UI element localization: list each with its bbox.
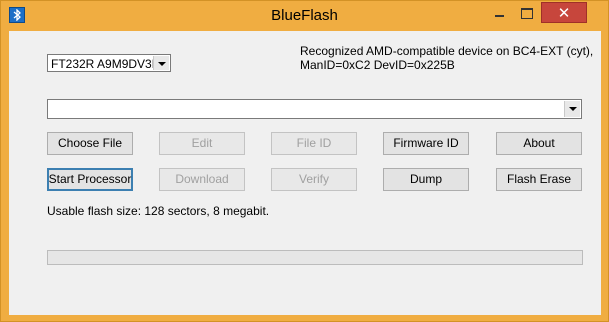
progress-bar	[47, 250, 583, 265]
download-button[interactable]: Download	[159, 168, 245, 191]
edit-button[interactable]: Edit	[159, 132, 245, 155]
verify-button[interactable]: Verify	[271, 168, 357, 191]
chevron-down-icon	[158, 62, 166, 66]
close-icon: ✕	[557, 4, 571, 22]
minimize-button[interactable]	[486, 2, 513, 23]
file-path-dropdown-button[interactable]	[564, 101, 580, 117]
flash-erase-button[interactable]: Flash Erase	[496, 168, 582, 191]
maximize-icon	[521, 8, 533, 19]
flash-size-status: Usable flash size: 128 sectors, 8 megabi…	[47, 204, 270, 218]
dialog-client-area: FT232R A9M9DV3R Recognized AMD-compatibl…	[9, 31, 601, 315]
firmware-id-button[interactable]: Firmware ID	[383, 132, 469, 155]
minimize-icon	[495, 15, 504, 17]
title-bar[interactable]: BlueFlash ✕	[1, 1, 608, 31]
close-button[interactable]: ✕	[541, 2, 587, 23]
dump-button[interactable]: Dump	[383, 168, 469, 191]
device-info: Recognized AMD-compatible device on BC4-…	[300, 44, 593, 72]
device-select-dropdown-button[interactable]	[153, 56, 169, 70]
maximize-button[interactable]	[513, 2, 540, 23]
start-processor-button[interactable]: Start Processor	[47, 168, 133, 191]
app-window: BlueFlash ✕ FT232R A9M9DV3R Recognized A…	[0, 0, 609, 322]
file-path-combo[interactable]	[47, 99, 582, 119]
about-button[interactable]: About	[496, 132, 582, 155]
device-info-line1: Recognized AMD-compatible device on BC4-…	[300, 44, 594, 58]
chevron-down-icon	[569, 107, 577, 111]
file-id-button[interactable]: File ID	[271, 132, 357, 155]
device-select-value: FT232R A9M9DV3R	[51, 57, 161, 71]
choose-file-button[interactable]: Choose File	[47, 132, 133, 155]
device-select[interactable]: FT232R A9M9DV3R	[47, 54, 171, 72]
device-info-line2: ManID=0xC2 DevID=0x225B	[300, 58, 455, 72]
